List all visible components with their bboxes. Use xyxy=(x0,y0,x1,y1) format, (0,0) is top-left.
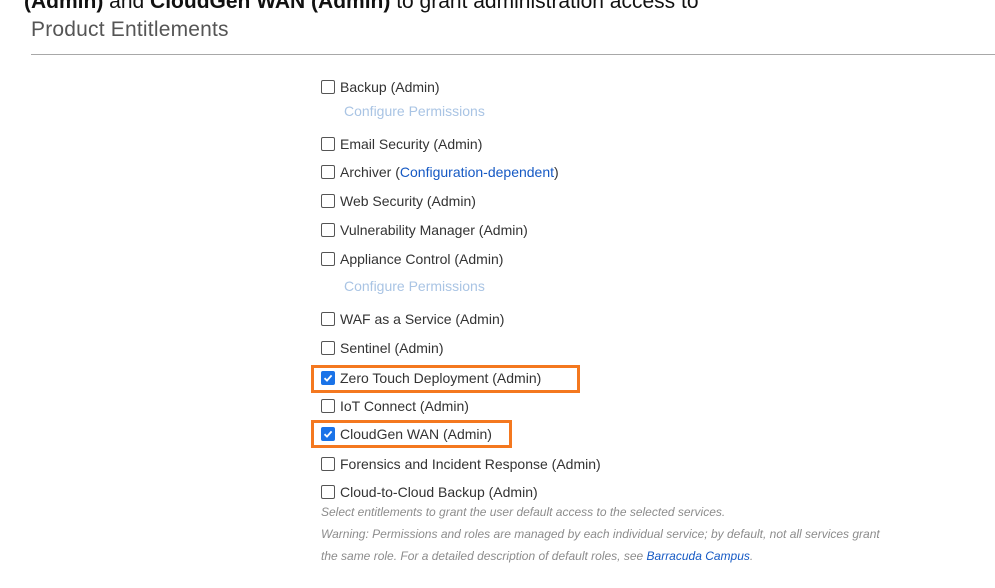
entitlement-archiver[interactable]: Archiver (Configuration-dependent) xyxy=(321,162,559,182)
instruction-rest: to grant administration access to xyxy=(390,0,699,13)
entitlement-label: WAF as a Service (Admin) xyxy=(340,311,505,327)
entitlement-label: IoT Connect (Admin) xyxy=(340,398,469,414)
section-divider xyxy=(31,54,995,55)
help-text-line-1: Select entitlements to grant the user de… xyxy=(321,505,726,519)
entitlement-forensics[interactable]: Forensics and Incident Response (Admin) xyxy=(321,454,601,474)
checkbox[interactable] xyxy=(321,399,335,413)
section-title: Product Entitlements xyxy=(31,18,229,41)
barracuda-campus-link[interactable]: Barracuda Campus xyxy=(647,549,750,563)
entitlement-cloud-to-cloud-backup[interactable]: Cloud-to-Cloud Backup (Admin) xyxy=(321,482,538,502)
archiver-label-prefix: Archiver ( xyxy=(340,164,400,180)
entitlement-label: CloudGen WAN (Admin) xyxy=(340,426,492,442)
help-text-line-3: the same role. For a detailed descriptio… xyxy=(321,549,753,563)
checkbox[interactable] xyxy=(321,80,335,94)
entitlement-label: Sentinel (Admin) xyxy=(340,340,444,356)
entitlement-backup[interactable]: Backup (Admin) xyxy=(321,77,440,97)
entitlement-appliance-control[interactable]: Appliance Control (Admin) xyxy=(321,249,503,269)
archiver-label-suffix: ) xyxy=(554,164,559,180)
entitlement-label: Appliance Control (Admin) xyxy=(340,251,504,267)
instruction-bold-cloudgen: CloudGen WAN (Admin) xyxy=(150,0,391,13)
instruction-and: and xyxy=(103,0,151,13)
entitlement-waf-as-a-service[interactable]: WAF as a Service (Admin) xyxy=(321,309,504,329)
entitlement-label: Forensics and Incident Response (Admin) xyxy=(340,456,601,472)
entitlement-label: Zero Touch Deployment (Admin) xyxy=(340,370,542,386)
entitlement-vulnerability-manager[interactable]: Vulnerability Manager (Admin) xyxy=(321,220,528,240)
help-text-suffix: . xyxy=(749,549,754,563)
entitlement-sentinel[interactable]: Sentinel (Admin) xyxy=(321,338,444,358)
help-text-line-2: Warning: Permissions and roles are manag… xyxy=(321,527,880,541)
checkbox[interactable] xyxy=(321,137,335,151)
entitlement-iot-connect[interactable]: IoT Connect (Admin) xyxy=(321,396,469,416)
checkbox[interactable] xyxy=(321,312,335,326)
entitlement-label: Vulnerability Manager (Admin) xyxy=(340,222,528,238)
configuration-dependent-link[interactable]: Configuration-dependent xyxy=(400,164,554,180)
configure-permissions-link-appliance[interactable]: Configure Permissions xyxy=(344,278,485,294)
entitlement-zero-touch-deployment[interactable]: Zero Touch Deployment (Admin) xyxy=(321,368,541,388)
checkbox-checked[interactable] xyxy=(321,371,335,385)
checkbox[interactable] xyxy=(321,194,335,208)
entitlement-web-security[interactable]: Web Security (Admin) xyxy=(321,191,476,211)
checkbox-checked[interactable] xyxy=(321,427,335,441)
instruction-bold-admin: (Admin) xyxy=(24,0,104,13)
instruction-text-fragment: (Admin) and CloudGen WAN (Admin) to gran… xyxy=(24,0,699,14)
entitlement-label: Web Security (Admin) xyxy=(340,193,476,209)
checkbox[interactable] xyxy=(321,485,335,499)
checkbox[interactable] xyxy=(321,252,335,266)
entitlement-cloudgen-wan[interactable]: CloudGen WAN (Admin) xyxy=(321,424,492,444)
help-text-prefix: the same role. For a detailed descriptio… xyxy=(321,549,647,563)
checkbox[interactable] xyxy=(321,457,335,471)
entitlement-email-security[interactable]: Email Security (Admin) xyxy=(321,134,482,154)
checkbox[interactable] xyxy=(321,165,335,179)
entitlement-label: Cloud-to-Cloud Backup (Admin) xyxy=(340,484,538,500)
entitlement-label: Email Security (Admin) xyxy=(340,136,483,152)
entitlement-label: Backup (Admin) xyxy=(340,79,440,95)
configure-permissions-link-backup[interactable]: Configure Permissions xyxy=(344,103,485,119)
checkbox[interactable] xyxy=(321,223,335,237)
entitlement-label: Archiver (Configuration-dependent) xyxy=(340,164,559,180)
checkbox[interactable] xyxy=(321,341,335,355)
checkmark-icon xyxy=(323,430,333,438)
checkmark-icon xyxy=(323,374,333,382)
